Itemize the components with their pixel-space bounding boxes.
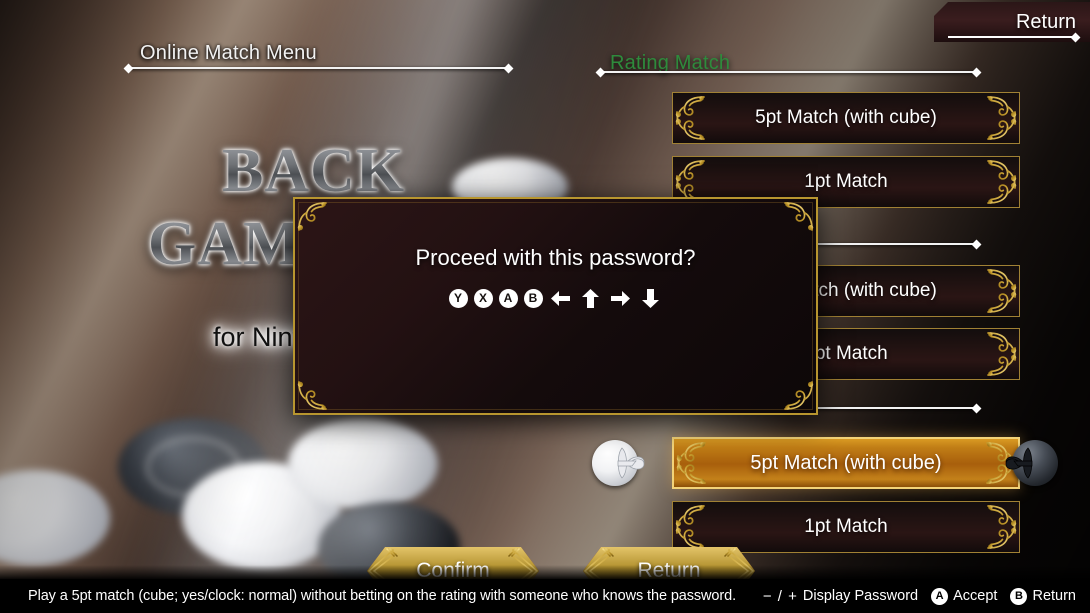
menu-item-label: 1pt Match bbox=[804, 171, 888, 192]
game-screen: Online Match Menu Rating Match Return BA… bbox=[0, 0, 1090, 613]
menu-item-corner-ornament-tr bbox=[987, 504, 1017, 534]
b-button-icon: B bbox=[523, 288, 543, 308]
a-button-icon: A bbox=[931, 587, 949, 605]
menu-item-corner-ornament-br bbox=[987, 175, 1017, 205]
arrow-up-icon bbox=[579, 286, 603, 310]
a-button-icon: A bbox=[498, 288, 518, 308]
menu-item-corner-ornament-br bbox=[987, 520, 1017, 550]
menu-item[interactable]: 5pt Match (with cube) bbox=[672, 92, 1020, 144]
menu-item-corner-ornament-bl bbox=[676, 455, 706, 485]
menu-item-corner-ornament-tr bbox=[987, 268, 1017, 298]
menu-item[interactable]: 1pt Match bbox=[672, 501, 1020, 553]
y-button-icon: Y bbox=[448, 288, 468, 308]
footer-hint-label: Accept bbox=[953, 588, 998, 604]
menu-item-corner-ornament-tl bbox=[676, 441, 706, 471]
footer-hint[interactable]: A Accept bbox=[931, 587, 998, 605]
menu-item-label: 5pt Match (with cube) bbox=[755, 107, 937, 128]
password-confirm-dialog: Proceed with this password? YXAB Co bbox=[293, 197, 818, 415]
footer-hint-label: Return bbox=[1032, 588, 1076, 604]
footer-hint-label: Display Password bbox=[802, 588, 919, 604]
footer-hint[interactable]: B Return bbox=[1010, 587, 1076, 605]
footer-bar: Play a 5pt match (cube; yes/clock: norma… bbox=[0, 579, 1090, 613]
menu-item-label: 5pt Match (with cube) bbox=[750, 451, 942, 474]
menu-item-corner-ornament-bl bbox=[675, 520, 705, 550]
page-title-online-match-menu: Online Match Menu bbox=[140, 42, 317, 64]
menu-item-corner-ornament-tr bbox=[987, 95, 1017, 125]
minus-plus-button-icon: − / + bbox=[762, 587, 798, 605]
menu-item-corner-ornament-br bbox=[987, 111, 1017, 141]
menu-item-corner-ornament-br bbox=[987, 347, 1017, 377]
x-button-icon: X bbox=[473, 288, 493, 308]
arrow-right-icon bbox=[609, 286, 633, 310]
menu-item-corner-ornament-br bbox=[987, 284, 1017, 314]
menu-item-label: 1pt Match bbox=[804, 516, 888, 537]
selection-marker-left bbox=[592, 432, 654, 494]
menu-item-corner-ornament-tr bbox=[987, 159, 1017, 189]
fleur-de-lis-icon bbox=[1005, 447, 1033, 479]
arrow-down-icon bbox=[639, 286, 663, 310]
footer-hint-list: − / + Display Password A Accept B Return bbox=[763, 587, 1076, 605]
selection-marker-right bbox=[996, 432, 1058, 494]
menu-item-corner-ornament-tr bbox=[987, 331, 1017, 361]
menu-item-corner-ornament-tl bbox=[675, 159, 705, 189]
fleur-de-lis-icon bbox=[617, 447, 645, 479]
return-button-header-label: Return bbox=[1015, 10, 1076, 33]
menu-item-selected[interactable]: 5pt Match (with cube) bbox=[672, 437, 1020, 489]
footer-fade bbox=[0, 565, 1090, 579]
password-sequence: YXAB bbox=[295, 286, 816, 310]
menu-item-corner-ornament-tl bbox=[675, 95, 705, 125]
menu-item-corner-ornament-bl bbox=[675, 111, 705, 141]
game-logo-line1: BACK bbox=[222, 137, 406, 205]
footer-description: Play a 5pt match (cube; yes/clock: norma… bbox=[28, 588, 737, 604]
menu-item-corner-ornament-tl bbox=[675, 504, 705, 534]
b-button-icon: B bbox=[1010, 587, 1028, 605]
dialog-title: Proceed with this password? bbox=[415, 245, 696, 270]
arrow-left-icon bbox=[549, 286, 573, 310]
header-rule-right bbox=[600, 71, 977, 73]
footer-hint[interactable]: − / + Display Password bbox=[763, 588, 918, 605]
header-rule-left bbox=[128, 67, 509, 69]
return-button-header-rule bbox=[948, 36, 1076, 38]
